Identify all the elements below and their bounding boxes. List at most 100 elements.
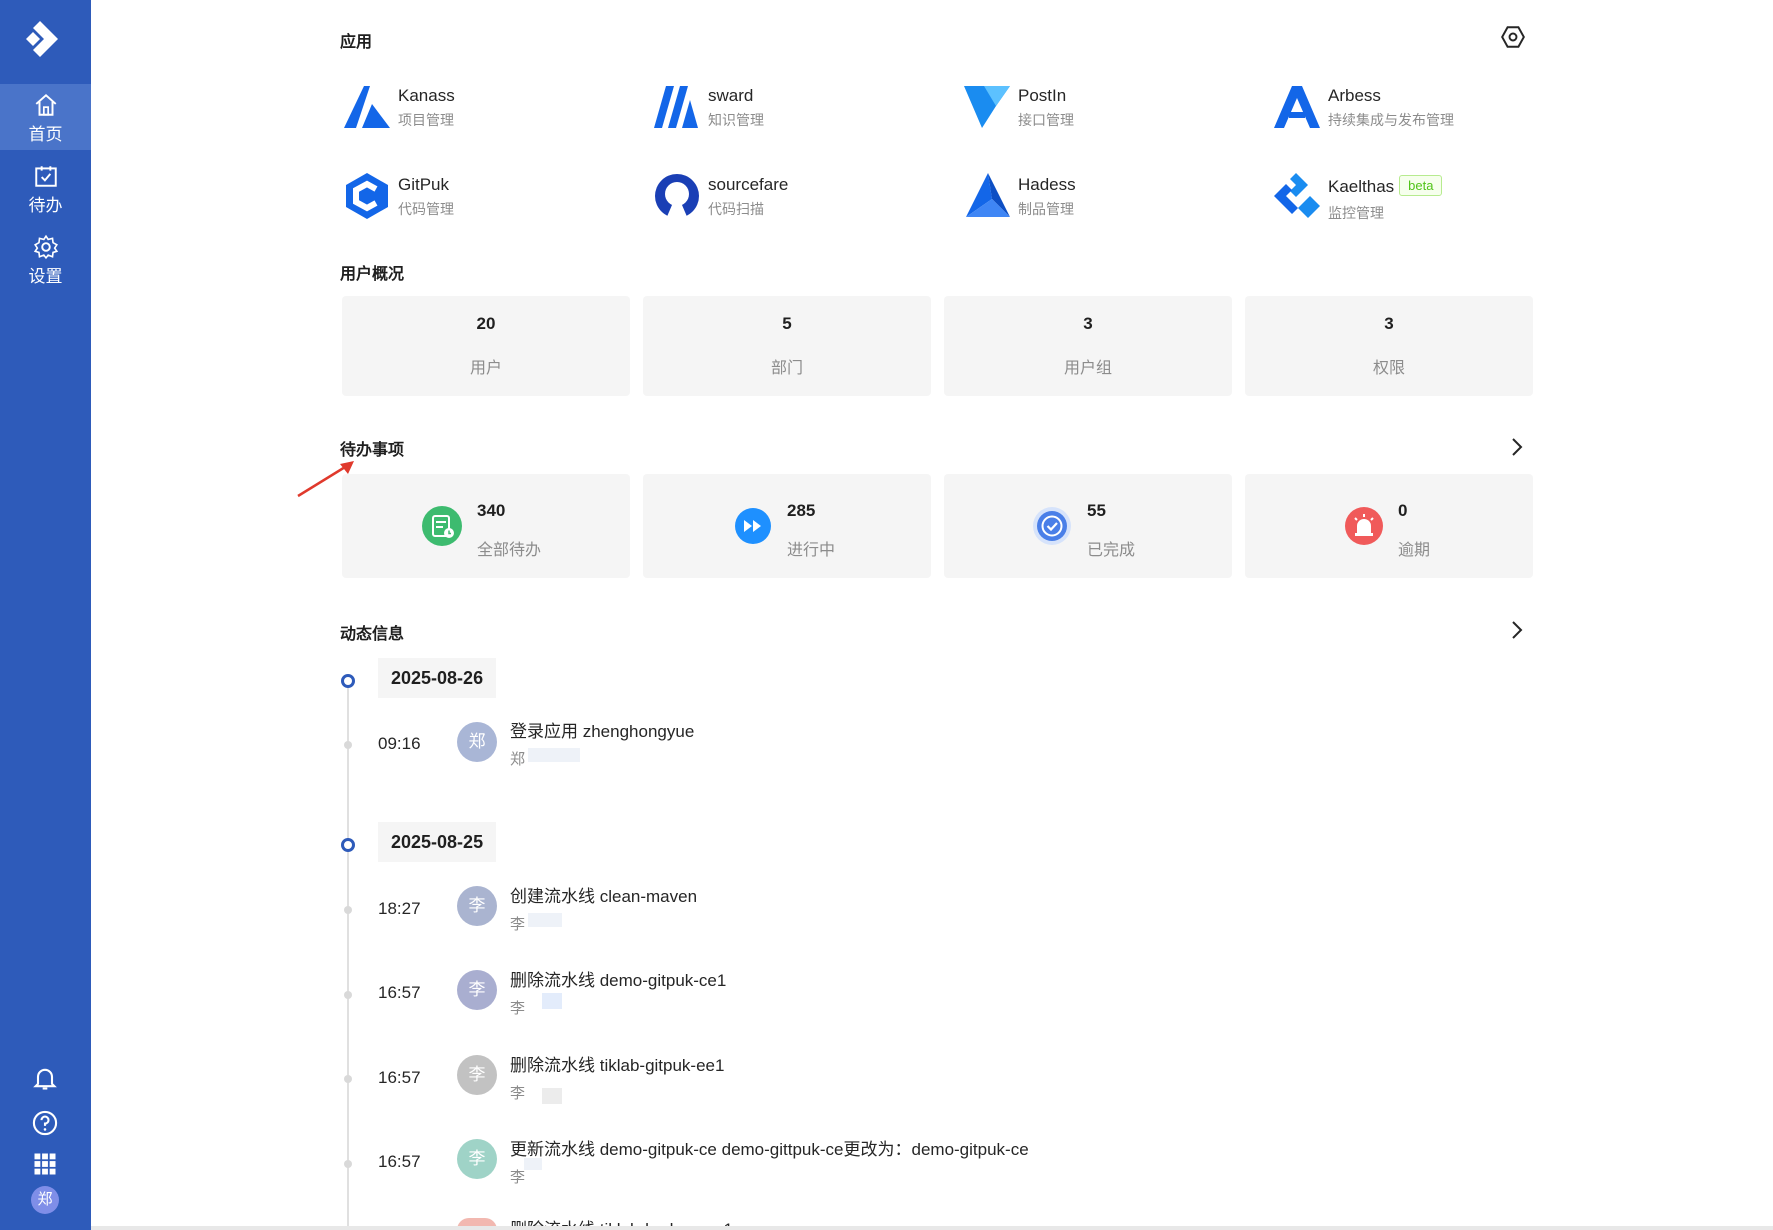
- nav-settings-label: 设置: [28, 267, 63, 286]
- user-avatar[interactable]: 郑: [31, 1186, 59, 1214]
- bottom-divider: [91, 1226, 1773, 1230]
- stat-permissions[interactable]: 3 权限: [1245, 296, 1533, 396]
- todo-value: 285: [787, 501, 816, 520]
- timeline-line: [347, 676, 349, 1230]
- event-time: 09:16: [378, 734, 421, 753]
- check-circle-icon: [1033, 507, 1071, 545]
- event-time: 16:57: [378, 983, 421, 1002]
- todo-label: 全部待办: [477, 542, 542, 559]
- todo-value: 55: [1087, 501, 1106, 520]
- redacted-block: [528, 748, 580, 762]
- todo-label: 已完成: [1087, 542, 1136, 559]
- redacted-block: [542, 993, 562, 1009]
- event-avatar: 李: [457, 970, 497, 1010]
- app-desc: 代码管理: [398, 201, 454, 217]
- app-gitpuk[interactable]: GitPuk 代码管理: [342, 167, 642, 227]
- app-sourcefare[interactable]: sourcefare 代码扫描: [652, 167, 952, 227]
- app-desc: 制品管理: [1018, 201, 1074, 217]
- redacted-block: [528, 913, 562, 927]
- gear-icon: [33, 234, 58, 260]
- app-postin[interactable]: PostIn 接口管理: [962, 78, 1262, 138]
- nav-home[interactable]: 首页: [0, 84, 91, 150]
- users-title: 用户概况: [340, 266, 405, 283]
- app-name: Kaelthas beta: [1328, 175, 1443, 197]
- todo-more-chevron-icon[interactable]: [1508, 436, 1526, 458]
- app-name: Arbess: [1328, 86, 1381, 105]
- activity-title: 动态信息: [340, 626, 405, 643]
- hadess-logo-icon: [966, 173, 1010, 217]
- stat-value: 5: [782, 314, 792, 333]
- todo-label: 进行中: [787, 542, 836, 559]
- timeline-date: 2025-08-25: [378, 822, 497, 862]
- event-text[interactable]: 创建流水线 clean-maven: [510, 882, 697, 907]
- event-time: 18:27: [378, 899, 421, 918]
- stat-label: 用户: [469, 360, 502, 377]
- timeline-date-dot: [341, 674, 355, 688]
- event-user: 李: [510, 1085, 526, 1102]
- app-hadess[interactable]: Hadess 制品管理: [962, 167, 1262, 227]
- stat-value: 3: [1083, 314, 1093, 333]
- app-desc: 知识管理: [708, 112, 764, 128]
- app-kanass[interactable]: Kanass 项目管理: [342, 78, 642, 138]
- app-desc: 代码扫描: [708, 201, 764, 217]
- stat-user-groups[interactable]: 3 用户组: [944, 296, 1232, 396]
- stat-value: 3: [1384, 314, 1394, 333]
- todo-in-progress[interactable]: 285 进行中: [643, 474, 931, 578]
- app-logo-icon[interactable]: [22, 17, 68, 63]
- timeline-dot: [344, 991, 352, 999]
- redacted-block: [524, 1158, 542, 1170]
- timeline-date-dot: [341, 838, 355, 852]
- sourcefare-logo-icon: [655, 174, 699, 219]
- activity-more-chevron-icon[interactable]: [1508, 619, 1526, 641]
- event-time: 16:57: [378, 1068, 421, 1087]
- nav-todo[interactable]: 待办: [0, 155, 91, 221]
- stat-value: 20: [476, 314, 496, 333]
- stat-label: 用户组: [1063, 360, 1112, 377]
- app-desc: 持续集成与发布管理: [1328, 112, 1454, 128]
- postin-logo-icon: [964, 86, 1010, 128]
- event-user: 郑: [510, 751, 526, 768]
- timeline-dot: [344, 741, 352, 749]
- alarm-siren-icon: [1345, 507, 1383, 545]
- timeline-date: 2025-08-26: [378, 658, 497, 698]
- nav-home-label: 首页: [28, 125, 63, 144]
- stat-label: 权限: [1372, 360, 1405, 377]
- app-name: sward: [708, 86, 754, 105]
- app-kaelthas[interactable]: Kaelthas beta 监控管理: [1272, 167, 1572, 227]
- event-text[interactable]: 更新流水线 demo-gitpuk-ce demo-gittpuk-ce更改为：…: [510, 1135, 1029, 1160]
- kanass-logo-icon: [344, 86, 390, 128]
- redacted-block: [542, 1088, 562, 1104]
- apps-grid-icon[interactable]: [31, 1150, 59, 1178]
- nav-todo-label: 待办: [28, 196, 63, 215]
- event-text[interactable]: 删除流水线 tiklab-gitpuk-ee1: [510, 1051, 724, 1076]
- stat-users[interactable]: 20 用户: [342, 296, 630, 396]
- todo-all[interactable]: 340 全部待办: [342, 474, 630, 578]
- calendar-check-icon: [34, 166, 57, 187]
- todo-overdue[interactable]: 0 逾期: [1245, 474, 1533, 578]
- todo-value: 340: [477, 501, 506, 520]
- settings-hex-icon[interactable]: [1500, 24, 1526, 50]
- help-icon[interactable]: [31, 1109, 59, 1137]
- event-text[interactable]: 删除流水线 demo-gitpuk-ce1: [510, 966, 726, 991]
- app-desc: 监控管理: [1328, 205, 1384, 221]
- stat-label: 部门: [770, 360, 803, 377]
- todo-completed[interactable]: 55 已完成: [944, 474, 1232, 578]
- sidebar: 首页 待办 设置 郑: [0, 0, 91, 1230]
- app-desc: 接口管理: [1018, 112, 1074, 128]
- event-user: 李: [510, 1169, 526, 1186]
- home-icon: [35, 93, 56, 116]
- arbess-logo-icon: [1274, 86, 1320, 128]
- app-arbess[interactable]: Arbess 持续集成与发布管理: [1272, 78, 1572, 138]
- nav-settings[interactable]: 设置: [0, 226, 91, 292]
- sward-logo-icon: [654, 86, 698, 128]
- todo-label: 逾期: [1398, 542, 1431, 559]
- event-user: 李: [510, 1000, 526, 1017]
- bell-icon[interactable]: [31, 1064, 59, 1092]
- stat-departments[interactable]: 5 部门: [643, 296, 931, 396]
- todo-value: 0: [1398, 501, 1408, 520]
- event-text[interactable]: 登录应用 zhenghongyue: [510, 717, 694, 742]
- event-avatar: 李: [457, 1055, 497, 1095]
- todo-title: 待办事项: [340, 442, 405, 459]
- app-sward[interactable]: sward 知识管理: [652, 78, 952, 138]
- beta-badge: beta: [1399, 175, 1443, 196]
